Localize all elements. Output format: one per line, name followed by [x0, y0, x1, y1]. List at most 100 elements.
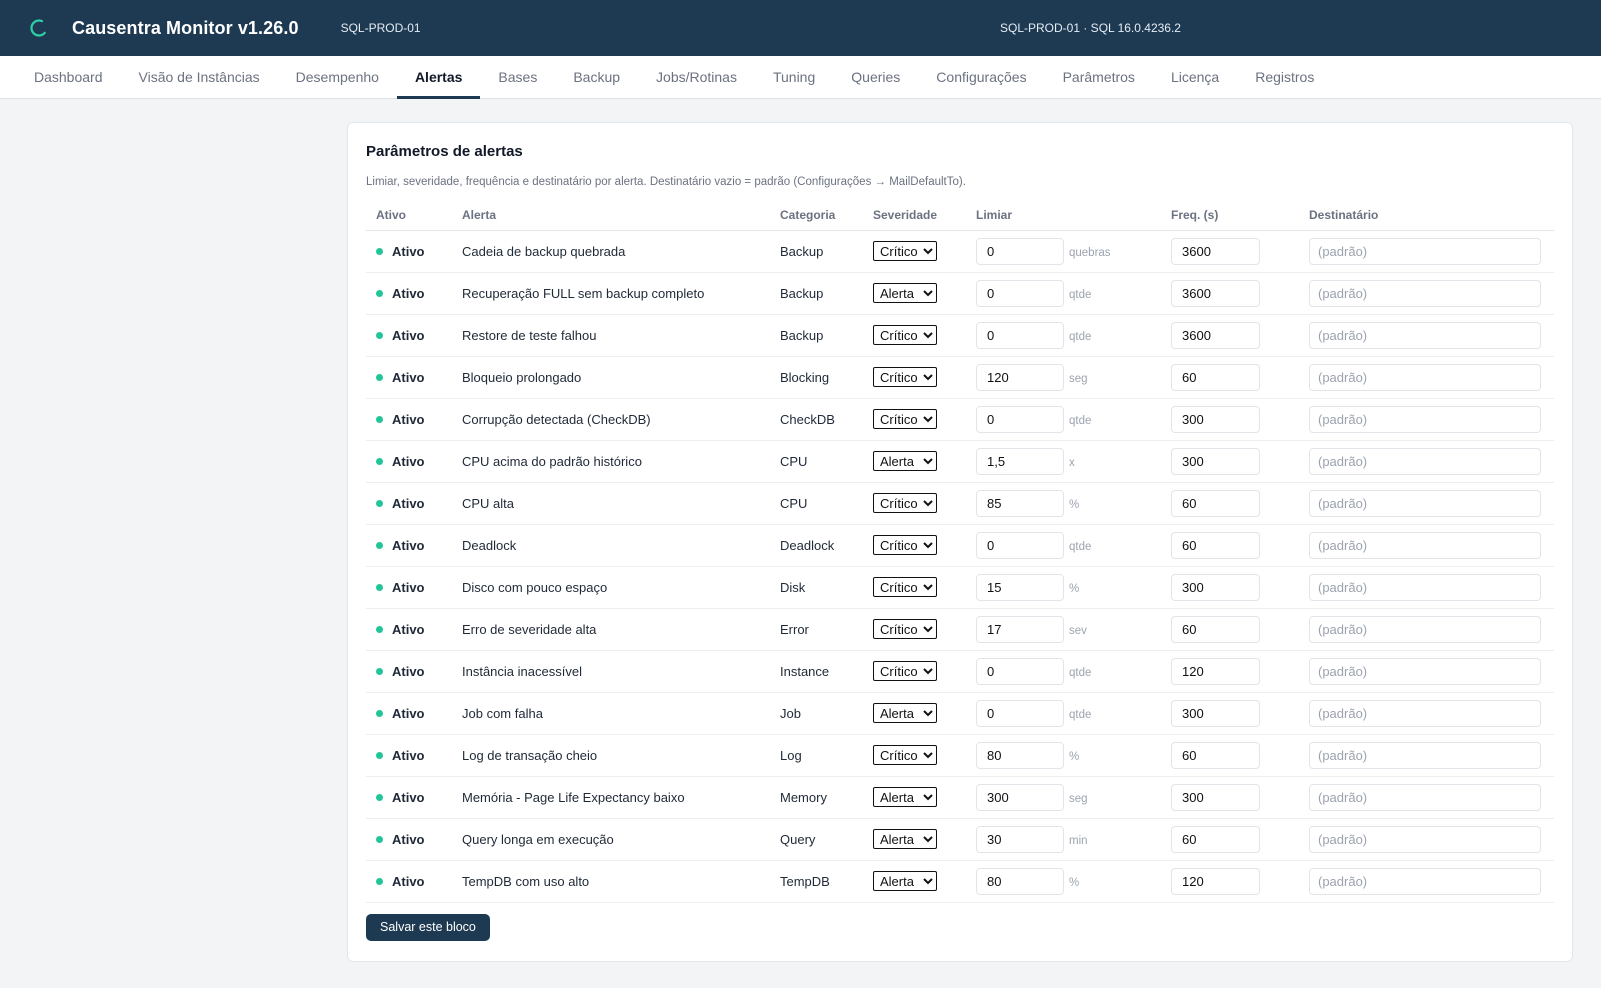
frequency-cell [1161, 692, 1299, 735]
severity-select[interactable]: CríticoAlerta [873, 661, 937, 681]
frequency-cell [1161, 314, 1299, 357]
threshold-input[interactable] [976, 741, 1064, 769]
status-cell: Ativo [366, 314, 452, 357]
severity-cell: CríticoAlerta [863, 566, 966, 609]
frequency-input[interactable] [1171, 573, 1260, 601]
severity-select[interactable]: CríticoAlerta [873, 241, 937, 261]
tab-registros[interactable]: Registros [1237, 56, 1332, 98]
threshold-input[interactable] [976, 405, 1064, 433]
frequency-input[interactable] [1171, 489, 1260, 517]
alert-name: Disco com pouco espaço [452, 566, 770, 609]
threshold-input[interactable] [976, 447, 1064, 475]
threshold-input[interactable] [976, 867, 1064, 895]
frequency-input[interactable] [1171, 783, 1260, 811]
recipient-input[interactable] [1309, 447, 1541, 475]
tab-alertas[interactable]: Alertas [396, 56, 481, 99]
tab-configuracoes[interactable]: Configurações [918, 56, 1044, 98]
threshold-input[interactable] [976, 321, 1064, 349]
tab-dashboard[interactable]: Dashboard [16, 56, 121, 98]
severity-select[interactable]: CríticoAlerta [873, 283, 937, 303]
severity-select[interactable]: CríticoAlerta [873, 325, 937, 345]
threshold-input[interactable] [976, 657, 1064, 685]
alert-name: Instância inacessível [452, 650, 770, 693]
frequency-input[interactable] [1171, 531, 1260, 559]
recipient-input[interactable] [1309, 363, 1541, 391]
severity-select[interactable]: CríticoAlerta [873, 577, 937, 597]
threshold-input[interactable] [976, 489, 1064, 517]
frequency-input[interactable] [1171, 657, 1260, 685]
frequency-cell [1161, 776, 1299, 819]
severity-select[interactable]: CríticoAlerta [873, 451, 937, 471]
frequency-input[interactable] [1171, 615, 1260, 643]
frequency-input[interactable] [1171, 447, 1260, 475]
tab-licenca[interactable]: Licença [1153, 56, 1237, 98]
recipient-input[interactable] [1309, 699, 1541, 727]
frequency-input[interactable] [1171, 405, 1260, 433]
threshold-input[interactable] [976, 615, 1064, 643]
save-block-button[interactable]: Salvar este bloco [366, 913, 490, 941]
tab-parametros[interactable]: Parâmetros [1045, 56, 1153, 98]
frequency-input[interactable] [1171, 699, 1260, 727]
tab-bases[interactable]: Bases [480, 56, 555, 98]
recipient-input[interactable] [1309, 489, 1541, 517]
status-label: Ativo [392, 327, 425, 343]
recipient-input[interactable] [1309, 573, 1541, 601]
header-severidade: Severidade [863, 200, 966, 231]
alert-category: Job [770, 692, 863, 735]
frequency-input[interactable] [1171, 867, 1260, 895]
tab-backup[interactable]: Backup [555, 56, 638, 98]
tab-desempenho[interactable]: Desempenho [278, 56, 397, 98]
severity-select[interactable]: CríticoAlerta [873, 367, 937, 387]
threshold-input[interactable] [976, 825, 1064, 853]
recipient-input[interactable] [1309, 867, 1541, 895]
severity-select[interactable]: CríticoAlerta [873, 871, 937, 891]
severity-select[interactable]: CríticoAlerta [873, 787, 937, 807]
header-ativo: Ativo [366, 200, 452, 231]
threshold-input[interactable] [976, 279, 1064, 307]
frequency-input[interactable] [1171, 363, 1260, 391]
threshold-input[interactable] [976, 783, 1064, 811]
threshold-input[interactable] [976, 573, 1064, 601]
frequency-input[interactable] [1171, 237, 1260, 265]
frequency-input[interactable] [1171, 279, 1260, 307]
severity-select[interactable]: CríticoAlerta [873, 745, 937, 765]
recipient-input[interactable] [1309, 531, 1541, 559]
alert-name: Memória - Page Life Expectancy baixo [452, 776, 770, 819]
threshold-unit: seg [1069, 792, 1088, 805]
frequency-cell [1161, 818, 1299, 861]
tab-queries[interactable]: Queries [833, 56, 918, 98]
status-label: Ativo [392, 873, 425, 889]
recipient-input[interactable] [1309, 321, 1541, 349]
severity-select[interactable]: CríticoAlerta [873, 409, 937, 429]
recipient-input[interactable] [1309, 741, 1541, 769]
severity-select[interactable]: CríticoAlerta [873, 493, 937, 513]
server-info: SQL-PROD-01 · SQL 16.0.4236.2 [1000, 21, 1181, 35]
threshold-input[interactable] [976, 531, 1064, 559]
recipient-input[interactable] [1309, 783, 1541, 811]
severity-select[interactable]: CríticoAlerta [873, 619, 937, 639]
recipient-input[interactable] [1309, 657, 1541, 685]
status-dot-icon [376, 247, 383, 255]
recipient-input[interactable] [1309, 405, 1541, 433]
table-row: Ativo Corrupção detectada (CheckDB) CheckD… [366, 398, 1554, 441]
recipient-input[interactable] [1309, 825, 1541, 853]
frequency-input[interactable] [1171, 321, 1260, 349]
frequency-input[interactable] [1171, 741, 1260, 769]
tab-visao-de-instancias[interactable]: Visão de Instâncias [121, 56, 278, 98]
tab-jobs-rotinas[interactable]: Jobs/Rotinas [638, 56, 755, 98]
severity-select[interactable]: CríticoAlerta [873, 829, 937, 849]
tab-tuning[interactable]: Tuning [755, 56, 833, 98]
threshold-input[interactable] [976, 237, 1064, 265]
table-row: Ativo Memória - Page Life Expectancy baix… [366, 776, 1554, 819]
threshold-input[interactable] [976, 363, 1064, 391]
frequency-cell [1161, 272, 1299, 315]
frequency-input[interactable] [1171, 825, 1260, 853]
severity-select[interactable]: CríticoAlerta [873, 703, 937, 723]
threshold-input[interactable] [976, 699, 1064, 727]
table-row: Ativo Log de transação cheioLog CríticoAle… [366, 734, 1554, 777]
threshold-cell: quebras [966, 230, 1161, 273]
recipient-input[interactable] [1309, 615, 1541, 643]
recipient-input[interactable] [1309, 237, 1541, 265]
severity-select[interactable]: CríticoAlerta [873, 535, 937, 555]
recipient-input[interactable] [1309, 279, 1541, 307]
